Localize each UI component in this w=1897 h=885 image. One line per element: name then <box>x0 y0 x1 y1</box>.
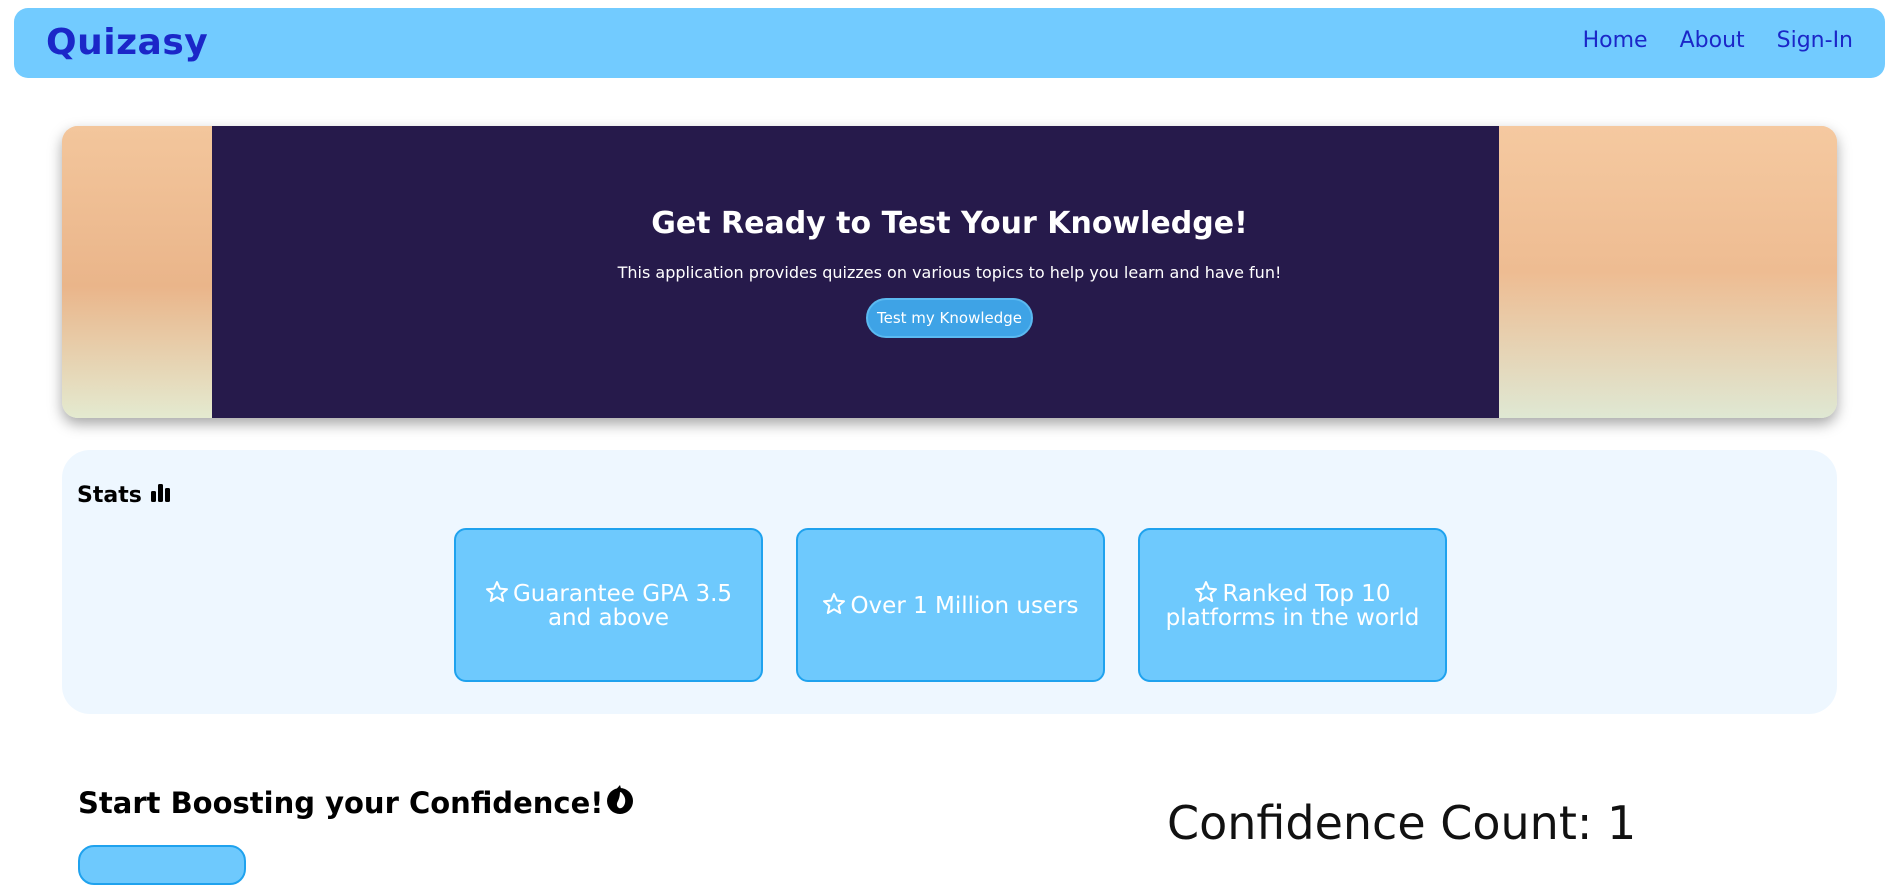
stat-card-ranked: Ranked Top 10 platforms in the world <box>1138 528 1447 682</box>
hero-banner: Get Ready to Test Your Knowledge! This a… <box>62 126 1837 418</box>
stat-card-text: Guarantee GPA 3.5 and above <box>512 581 733 631</box>
stat-card-users: Over 1 Million users <box>796 528 1105 682</box>
test-knowledge-button[interactable]: Test my Knowledge <box>866 298 1033 338</box>
star-icon <box>822 593 850 619</box>
boost-confidence-button[interactable] <box>78 845 246 885</box>
stat-card-gpa: Guarantee GPA 3.5 and above <box>454 528 763 682</box>
nav-links: Home About Sign-In <box>1583 28 1853 53</box>
nav-link-about[interactable]: About <box>1680 28 1745 53</box>
hero-content: Get Ready to Test Your Knowledge! This a… <box>62 126 1837 418</box>
stats-heading: Stats <box>77 482 172 508</box>
brand-logo[interactable]: Quizasy <box>46 22 208 63</box>
nav-link-home[interactable]: Home <box>1583 28 1648 53</box>
stats-cards: Guarantee GPA 3.5 and above Over 1 Milli… <box>454 528 1447 682</box>
boost-heading-label: Start Boosting your Confidence! <box>78 785 604 820</box>
stats-heading-label: Stats <box>77 482 142 508</box>
hero-title: Get Ready to Test Your Knowledge! <box>651 206 1248 241</box>
stats-panel: Stats Guarantee GPA 3.5 and above Over 1… <box>62 450 1837 714</box>
star-icon <box>485 581 513 607</box>
stat-card-text: Over 1 Million users <box>850 593 1079 619</box>
fire-icon <box>605 783 635 822</box>
star-icon <box>1194 581 1222 607</box>
boost-heading: Start Boosting your Confidence! <box>78 783 635 822</box>
nav-link-sign-in[interactable]: Sign-In <box>1777 28 1853 53</box>
confidence-count: Confidence Count: 1 <box>1167 796 1637 850</box>
hero-subtitle: This application provides quizzes on var… <box>617 263 1282 282</box>
bar-chart-icon <box>150 482 172 508</box>
navbar: Quizasy Home About Sign-In <box>14 8 1885 78</box>
